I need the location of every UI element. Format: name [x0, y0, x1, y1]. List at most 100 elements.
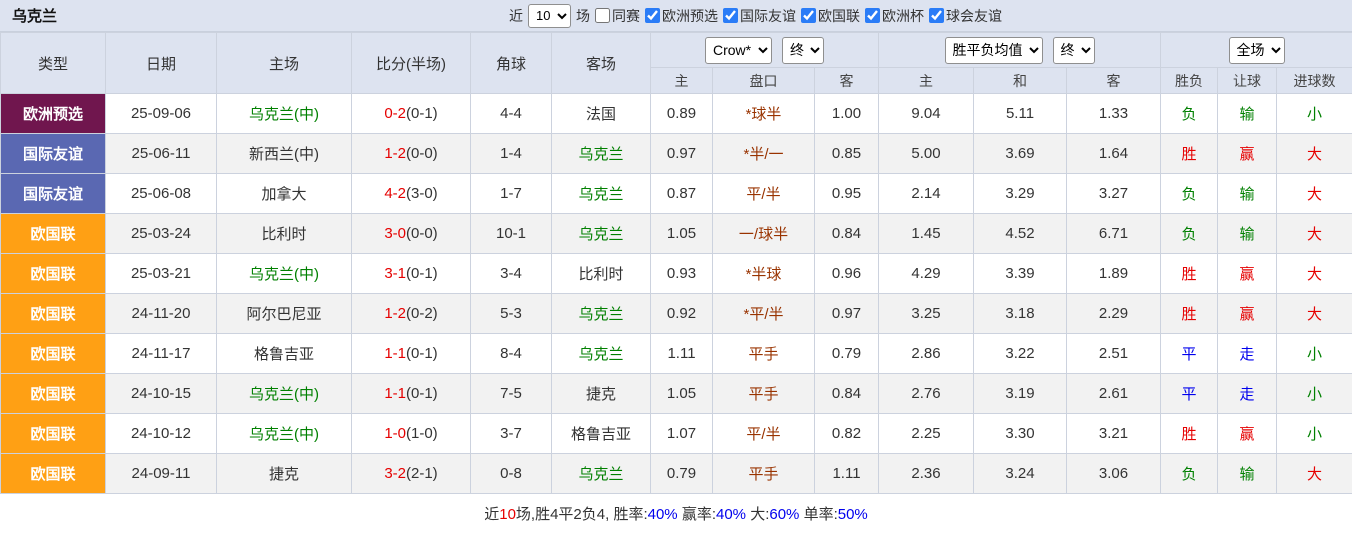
- score-text: 1-2(0-0): [384, 145, 437, 162]
- score-text: 1-0(1-0): [384, 425, 437, 442]
- same-league-label: 同赛: [612, 6, 640, 26]
- score-cell: 1-1(0-1): [352, 334, 471, 374]
- match-type-badge: 欧国联: [1, 214, 106, 254]
- avg-draw: 3.69: [974, 134, 1067, 174]
- matches-table: 类型 日期 主场 比分(半场) 角球 客场 Crow* 终 胜: [0, 32, 1352, 494]
- summary-segment: 40%: [648, 506, 678, 523]
- col-header-corner: 角球: [471, 33, 552, 94]
- match-count-select[interactable]: 10: [528, 4, 571, 28]
- let-result-cell: 输: [1218, 454, 1277, 494]
- league-filter[interactable]: 欧洲预选: [645, 6, 718, 26]
- match-row: 欧国联24-10-15乌克兰(中)1-1(0-1)7-5捷克1.05平手0.84…: [1, 374, 1352, 414]
- avg-type-select[interactable]: 胜平负均值: [945, 37, 1043, 64]
- same-league-filter[interactable]: 同赛: [595, 6, 640, 26]
- handicap-line: 平手: [713, 454, 815, 494]
- avg-win: 9.04: [879, 94, 974, 134]
- match-type-badge: 欧国联: [1, 294, 106, 334]
- result-cell: 胜: [1161, 294, 1218, 334]
- corner-score: 3-7: [471, 414, 552, 454]
- home-team: 捷克: [217, 454, 352, 494]
- avg-win: 5.00: [879, 134, 974, 174]
- home-team: 乌克兰(中): [217, 414, 352, 454]
- corner-score: 0-8: [471, 454, 552, 494]
- match-type-badge: 国际友谊: [1, 134, 106, 174]
- avg-draw: 3.22: [974, 334, 1067, 374]
- score-cell: 3-2(2-1): [352, 454, 471, 494]
- odds-home: 1.11: [651, 334, 713, 374]
- col-header-score: 比分(半场): [352, 33, 471, 94]
- odds-group-header: Crow* 终: [651, 33, 879, 68]
- match-row: 欧国联24-10-12乌克兰(中)1-0(1-0)3-7格鲁吉亚1.07平/半0…: [1, 414, 1352, 454]
- score-cell: 3-1(0-1): [352, 254, 471, 294]
- league-checkbox[interactable]: [723, 8, 738, 23]
- avg-state-select[interactable]: 终: [1053, 37, 1095, 64]
- result-cell: 胜: [1161, 414, 1218, 454]
- result-cell: 胜: [1161, 134, 1218, 174]
- goals-result-cell: 小: [1277, 94, 1352, 134]
- handicap-line: 平手: [713, 374, 815, 414]
- goals-result-cell: 小: [1277, 334, 1352, 374]
- score-cell: 0-2(0-1): [352, 94, 471, 134]
- league-filter[interactable]: 球会友谊: [929, 6, 1002, 26]
- goals-result-cell: 小: [1277, 414, 1352, 454]
- score-cell: 1-2(0-0): [352, 134, 471, 174]
- league-checkbox[interactable]: [929, 8, 944, 23]
- score-text: 3-1(0-1): [384, 265, 437, 282]
- match-type-badge: 欧国联: [1, 254, 106, 294]
- league-checkbox[interactable]: [801, 8, 816, 23]
- odds-state-select[interactable]: 终: [782, 37, 824, 64]
- avg-lose: 1.64: [1067, 134, 1161, 174]
- avg-lose: 2.61: [1067, 374, 1161, 414]
- score-text: 1-1(0-1): [384, 385, 437, 402]
- avg-lose: 3.06: [1067, 454, 1161, 494]
- match-row: 国际友谊25-06-11新西兰(中)1-2(0-0)1-4乌克兰0.97*半/一…: [1, 134, 1352, 174]
- filter-controls: 近 10 场 同赛 欧洲预选国际友谊欧国联欧洲杯球会友谊: [509, 4, 1002, 28]
- avg-draw: 3.30: [974, 414, 1067, 454]
- handicap-line: 一/球半: [713, 214, 815, 254]
- corner-score: 1-7: [471, 174, 552, 214]
- odds-home: 0.89: [651, 94, 713, 134]
- match-row: 欧国联24-11-20阿尔巴尼亚1-2(0-2)5-3乌克兰0.92*平/半0.…: [1, 294, 1352, 334]
- match-row: 国际友谊25-06-08加拿大4-2(3-0)1-7乌克兰0.87平/半0.95…: [1, 174, 1352, 214]
- near-label: 近: [509, 6, 523, 26]
- match-type-badge: 欧国联: [1, 374, 106, 414]
- match-date: 24-11-20: [106, 294, 217, 334]
- odds-away: 0.84: [815, 374, 879, 414]
- summary-segment: 近: [484, 506, 499, 523]
- scope-select[interactable]: 全场: [1229, 37, 1285, 64]
- league-checkbox[interactable]: [645, 8, 660, 23]
- home-team: 加拿大: [217, 174, 352, 214]
- league-checkbox[interactable]: [865, 8, 880, 23]
- score-text: 0-2(0-1): [384, 105, 437, 122]
- avg-lose: 1.33: [1067, 94, 1161, 134]
- away-team: 比利时: [552, 254, 651, 294]
- odds-company-select[interactable]: Crow*: [705, 37, 772, 64]
- let-result-cell: 赢: [1218, 414, 1277, 454]
- league-filter[interactable]: 国际友谊: [723, 6, 796, 26]
- league-filter[interactable]: 欧洲杯: [865, 6, 924, 26]
- league-filter[interactable]: 欧国联: [801, 6, 860, 26]
- league-label: 欧国联: [818, 6, 860, 26]
- handicap-line: *平/半: [713, 294, 815, 334]
- match-type-badge: 欧国联: [1, 414, 106, 454]
- score-text: 1-1(0-1): [384, 345, 437, 362]
- away-team: 乌克兰: [552, 454, 651, 494]
- avg-win: 2.76: [879, 374, 974, 414]
- score-text: 4-2(3-0): [384, 185, 437, 202]
- col-header-date: 日期: [106, 33, 217, 94]
- avg-lose: 3.27: [1067, 174, 1161, 214]
- away-team: 乌克兰: [552, 134, 651, 174]
- odds-home: 0.92: [651, 294, 713, 334]
- corner-score: 1-4: [471, 134, 552, 174]
- odds-away: 0.79: [815, 334, 879, 374]
- avg-draw: 3.24: [974, 454, 1067, 494]
- same-league-checkbox[interactable]: [595, 8, 610, 23]
- score-text: 3-2(2-1): [384, 465, 437, 482]
- sub-header-goals: 进球数: [1277, 68, 1352, 94]
- goals-result-cell: 大: [1277, 294, 1352, 334]
- avg-lose: 6.71: [1067, 214, 1161, 254]
- page-title: 乌克兰: [12, 5, 57, 26]
- home-team: 乌克兰(中): [217, 254, 352, 294]
- let-result-cell: 赢: [1218, 294, 1277, 334]
- result-cell: 负: [1161, 174, 1218, 214]
